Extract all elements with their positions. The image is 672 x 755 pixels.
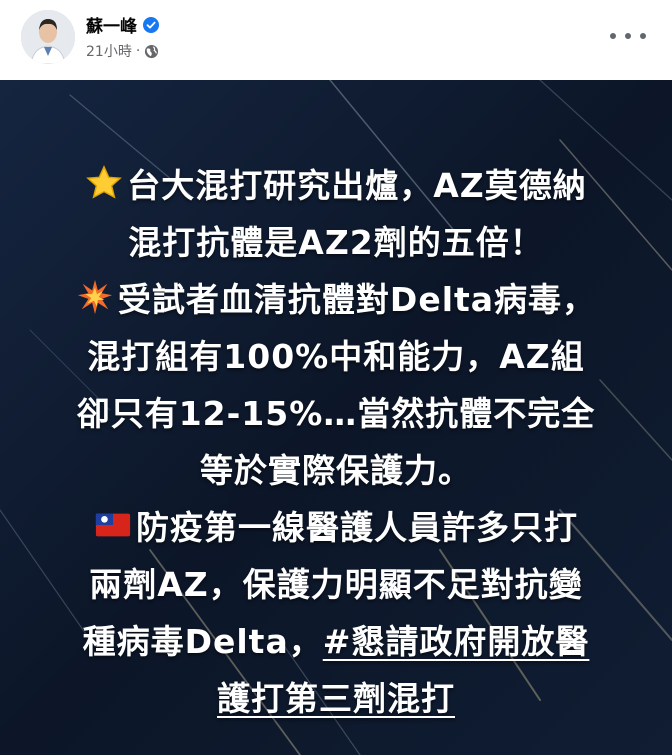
- post-line-3-text: 受試者血清抗體對Delta病毒，: [117, 279, 597, 319]
- post-image: 台大混打研究出爐，AZ莫德納 混打抗體是AZ2劑的五倍！ 受試者血清抗體對Del…: [0, 80, 672, 755]
- post-line-1-text: 台大混打研究出爐，AZ莫德納: [127, 165, 587, 205]
- post-line-6: 等於實際保護力。: [0, 439, 672, 496]
- verified-badge-icon: [143, 16, 159, 33]
- taiwan-flag-emoji-icon: [95, 513, 131, 536]
- post-header: 蘇一峰 21小時 ·: [0, 0, 672, 80]
- collision-emoji-icon: [77, 279, 113, 314]
- hashtag-link[interactable]: #懇請政府開放醫: [323, 615, 590, 663]
- post-line-8: 兩劑AZ，保護力明顯不足對抗變: [0, 553, 672, 610]
- author-name[interactable]: 蘇一峰: [86, 12, 137, 37]
- post-line-6-text: 等於實際保護力。: [200, 450, 472, 490]
- meta-separator: ·: [135, 43, 141, 59]
- star-emoji-icon: [86, 164, 123, 199]
- post-line-7-text: 防疫第一線醫護人員許多只打: [136, 507, 578, 547]
- post-line-4: 混打組有100%中和能力，AZ組: [0, 325, 672, 382]
- avatar[interactable]: [21, 10, 75, 64]
- post-line-2: 混打抗體是AZ2劑的五倍！: [0, 211, 672, 268]
- post-text-block: 台大混打研究出爐，AZ莫德納 混打抗體是AZ2劑的五倍！ 受試者血清抗體對Del…: [0, 154, 672, 724]
- post-timestamp[interactable]: 21小時: [86, 41, 132, 61]
- more-options-icon[interactable]: [610, 22, 646, 50]
- globe-icon[interactable]: [144, 44, 159, 59]
- post-line-5: 卻只有12-15%…當然抗體不完全: [0, 382, 672, 439]
- post-line-1: 台大混打研究出爐，AZ莫德納: [0, 154, 672, 211]
- post-line-10: 護打第三劑混打: [0, 667, 672, 724]
- post-line-2-text: 混打抗體是AZ2劑的五倍！: [128, 222, 544, 262]
- post-line-5-text: 卻只有12-15%…當然抗體不完全: [76, 393, 596, 433]
- post-line-3: 受試者血清抗體對Delta病毒，: [0, 268, 672, 325]
- hashtag-link-continuation[interactable]: 護打第三劑混打: [217, 672, 455, 720]
- post-line-7: 防疫第一線醫護人員許多只打: [0, 496, 672, 553]
- post-line-9-text: 種病毒Delta，: [82, 621, 323, 661]
- post-line-4-text: 混打組有100%中和能力，AZ組: [87, 336, 585, 376]
- post-line-8-text: 兩劑AZ，保護力明顯不足對抗變: [89, 564, 583, 604]
- post-line-9: 種病毒Delta， #懇請政府開放醫: [0, 610, 672, 667]
